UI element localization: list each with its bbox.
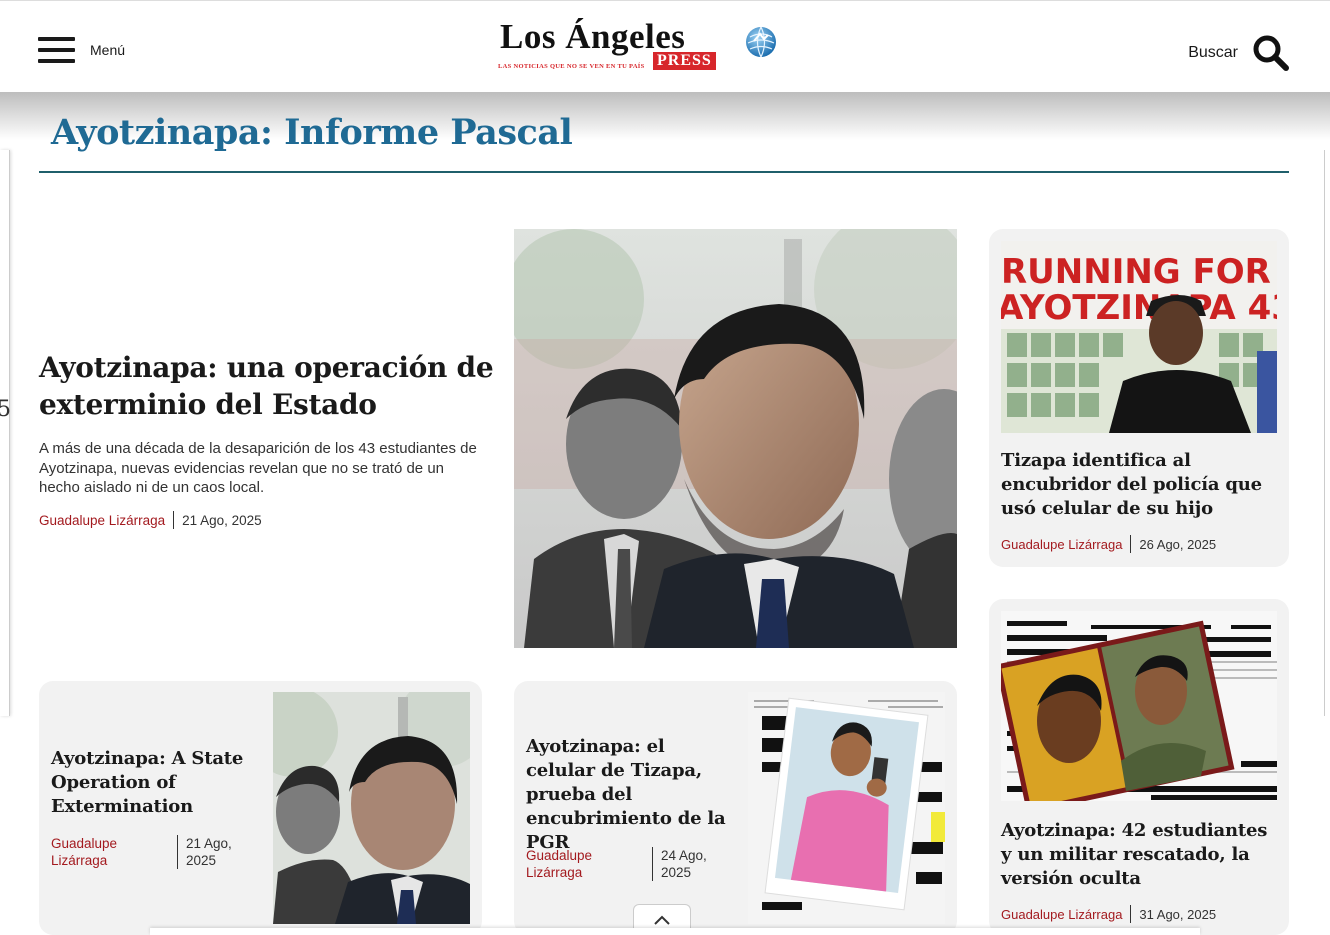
logo-name: Los Ángeles xyxy=(500,17,686,56)
logo-press: PRESS xyxy=(653,52,716,70)
article-date: 26 Ago, 2025 xyxy=(1139,536,1217,552)
search-button[interactable]: Buscar xyxy=(1188,34,1290,72)
article-image[interactable] xyxy=(273,692,470,924)
featured-image[interactable] xyxy=(514,229,957,648)
article-meta: Guadalupe Lizárraga 21 Ago, 2025 xyxy=(51,835,232,869)
article-author[interactable]: Guadalupe Lizárraga xyxy=(1001,537,1122,552)
right-panel-edge[interactable] xyxy=(1324,150,1330,716)
article-card[interactable]: Ayotzinapa: el celular de Tizapa, prueba… xyxy=(514,681,957,935)
featured-title[interactable]: Ayotzinapa: una operación de exterminio … xyxy=(39,349,499,423)
globe-icon xyxy=(746,26,776,58)
bottom-bar xyxy=(150,928,1200,935)
article-meta: Guadalupe Lizárraga 24 Ago, 2025 xyxy=(526,847,707,881)
title-divider xyxy=(39,171,1289,173)
logo-tagline: LAS NOTICIAS QUE NO SE VEN EN TU PAÍS xyxy=(498,63,645,70)
article-title[interactable]: Ayotzinapa: el celular de Tizapa, prueba… xyxy=(526,735,738,855)
article-date: 24 Ago, 2025 xyxy=(661,848,707,880)
chevron-up-icon xyxy=(654,915,670,925)
article-card[interactable]: Ayotzinapa: A State Operation of Extermi… xyxy=(39,681,482,935)
article-author[interactable]: Guadalupe Lizárraga xyxy=(526,847,644,881)
featured-date: 21 Ago, 2025 xyxy=(182,512,262,528)
article-image[interactable] xyxy=(1001,611,1277,801)
banner-text-2: AYOTZINAPA 43 xyxy=(1001,288,1277,328)
article-card[interactable]: RUNNING FOR AYOTZINAPA 43 Tizapa identif… xyxy=(989,229,1289,567)
article-image[interactable]: RUNNING FOR AYOTZINAPA 43 xyxy=(1001,241,1277,433)
left-panel-edge[interactable] xyxy=(0,150,10,716)
menu-label: Menú xyxy=(90,42,126,58)
article-title[interactable]: Ayotzinapa: 42 estudiantes y un militar … xyxy=(1001,819,1277,891)
article-title[interactable]: Tizapa identifica al encubridor del poli… xyxy=(1001,449,1277,521)
article-card[interactable]: Ayotzinapa: 42 estudiantes y un militar … xyxy=(989,599,1289,935)
article-meta: Guadalupe Lizárraga 31 Ago, 2025 xyxy=(1001,905,1216,923)
article-image[interactable] xyxy=(748,692,945,924)
featured-excerpt: A más de una década de la desaparición d… xyxy=(39,440,477,496)
article-date: 21 Ago, 2025 xyxy=(186,836,232,868)
article-title[interactable]: Ayotzinapa: A State Operation of Extermi… xyxy=(51,747,256,819)
article-date: 31 Ago, 2025 xyxy=(1139,906,1217,922)
search-icon xyxy=(1253,35,1289,71)
featured-meta: Guadalupe Lizárraga 21 Ago, 2025 xyxy=(39,511,262,529)
left-panel-glyph: 5 xyxy=(0,397,11,422)
article-meta: Guadalupe Lizárraga 26 Ago, 2025 xyxy=(1001,535,1216,553)
featured-author[interactable]: Guadalupe Lizárraga xyxy=(39,513,165,528)
banner-text-1: RUNNING FOR xyxy=(1001,252,1271,292)
article-author[interactable]: Guadalupe Lizárraga xyxy=(1001,907,1122,922)
search-label: Buscar xyxy=(1188,44,1238,61)
menu-button[interactable]: Menú xyxy=(38,37,125,63)
site-logo[interactable]: Los Ángeles PRESS LAS NOTICIAS QUE NO SE… xyxy=(498,17,788,77)
hamburger-icon xyxy=(38,37,75,63)
site-header: Menú Los Ángeles PRESS LAS NOTICIAS QUE … xyxy=(0,0,1330,92)
article-author[interactable]: Guadalupe Lizárraga xyxy=(51,835,169,869)
page-title: Ayotzinapa: Informe Pascal xyxy=(51,112,573,153)
